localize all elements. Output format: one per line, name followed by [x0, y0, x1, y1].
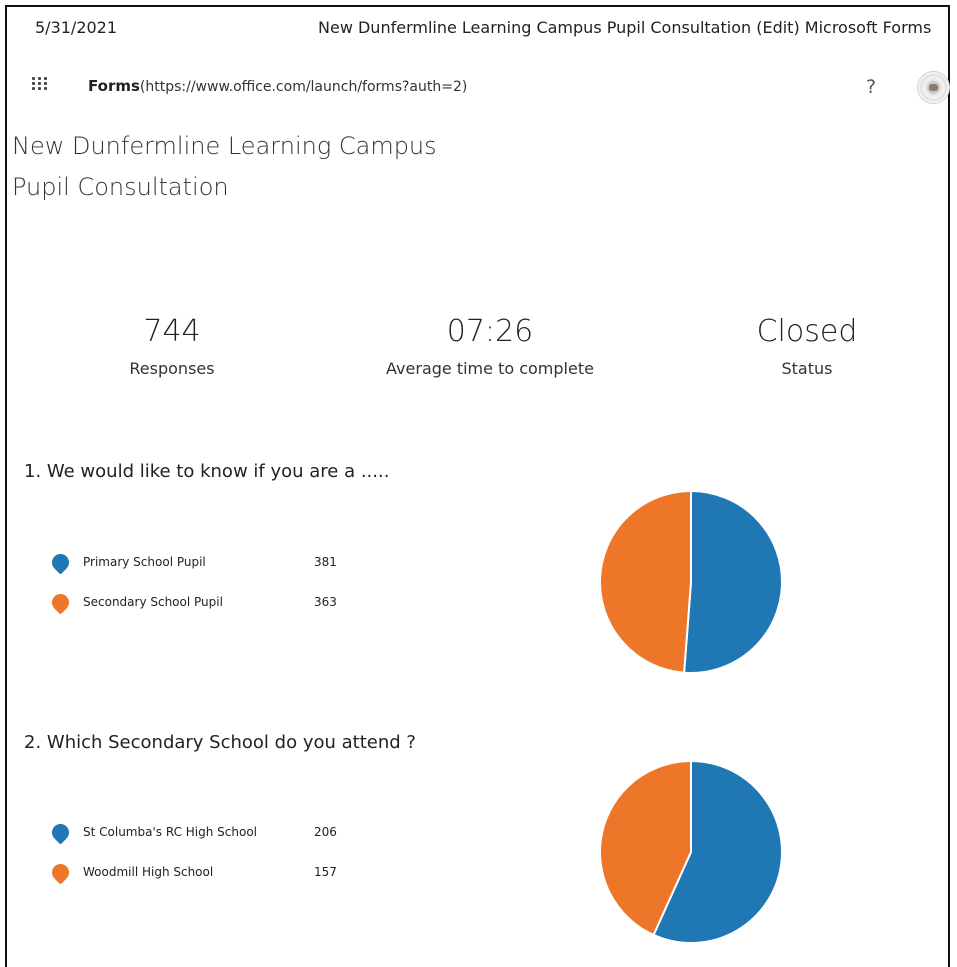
stat-label: Status — [781, 359, 833, 378]
waffle-icon[interactable] — [32, 77, 48, 91]
pie-slice-secondary-school-pupil — [599, 489, 692, 674]
stat-label: Average time to complete — [386, 359, 594, 378]
legend-count: 363 — [314, 595, 337, 609]
stat-value: Closed — [756, 314, 858, 349]
form-title-line2: Pupil Consultation — [12, 173, 229, 201]
legend-count: 206 — [314, 825, 337, 839]
brand-url: (https://www.office.com/launch/forms?aut… — [139, 79, 468, 95]
stat-average-time: 07:26 Average time to complete — [355, 314, 625, 379]
avatar[interactable] — [917, 71, 950, 104]
avatar-image — [929, 84, 938, 91]
print-title: New Dunfermline Learning Campus Pupil Co… — [318, 18, 932, 37]
legend-label: Primary School Pupil — [83, 555, 206, 569]
form-title: New Dunfermline Learning Campus Pupil Co… — [12, 126, 437, 208]
pie-slice-primary-school-pupil — [683, 489, 784, 674]
stat-value: 07:26 — [446, 314, 534, 349]
pie-chart-q1 — [599, 489, 784, 674]
brand-name: Forms — [88, 77, 140, 95]
legend-label: St Columba's RC High School — [83, 825, 257, 839]
question-2-title: 2. Which Secondary School do you attend … — [24, 732, 416, 753]
legend-count: 381 — [314, 555, 337, 569]
pie-chart-q2 — [599, 759, 783, 944]
stat-responses: 744 Responses — [97, 314, 247, 379]
stat-value: 744 — [143, 314, 201, 349]
question-1-title: 1. We would like to know if you are a ..… — [24, 461, 390, 482]
legend-label: Woodmill High School — [83, 865, 214, 879]
print-date: 5/31/2021 — [35, 18, 118, 37]
stat-label: Responses — [129, 359, 215, 378]
app-brand[interactable]: Forms(https://www.office.com/launch/form… — [88, 77, 467, 95]
stat-status: Closed Status — [727, 314, 887, 379]
help-icon[interactable]: ? — [866, 76, 876, 98]
form-title-line1: New Dunfermline Learning Campus — [12, 132, 437, 160]
legend-label: Secondary School Pupil — [83, 595, 223, 609]
legend-count: 157 — [314, 865, 337, 879]
